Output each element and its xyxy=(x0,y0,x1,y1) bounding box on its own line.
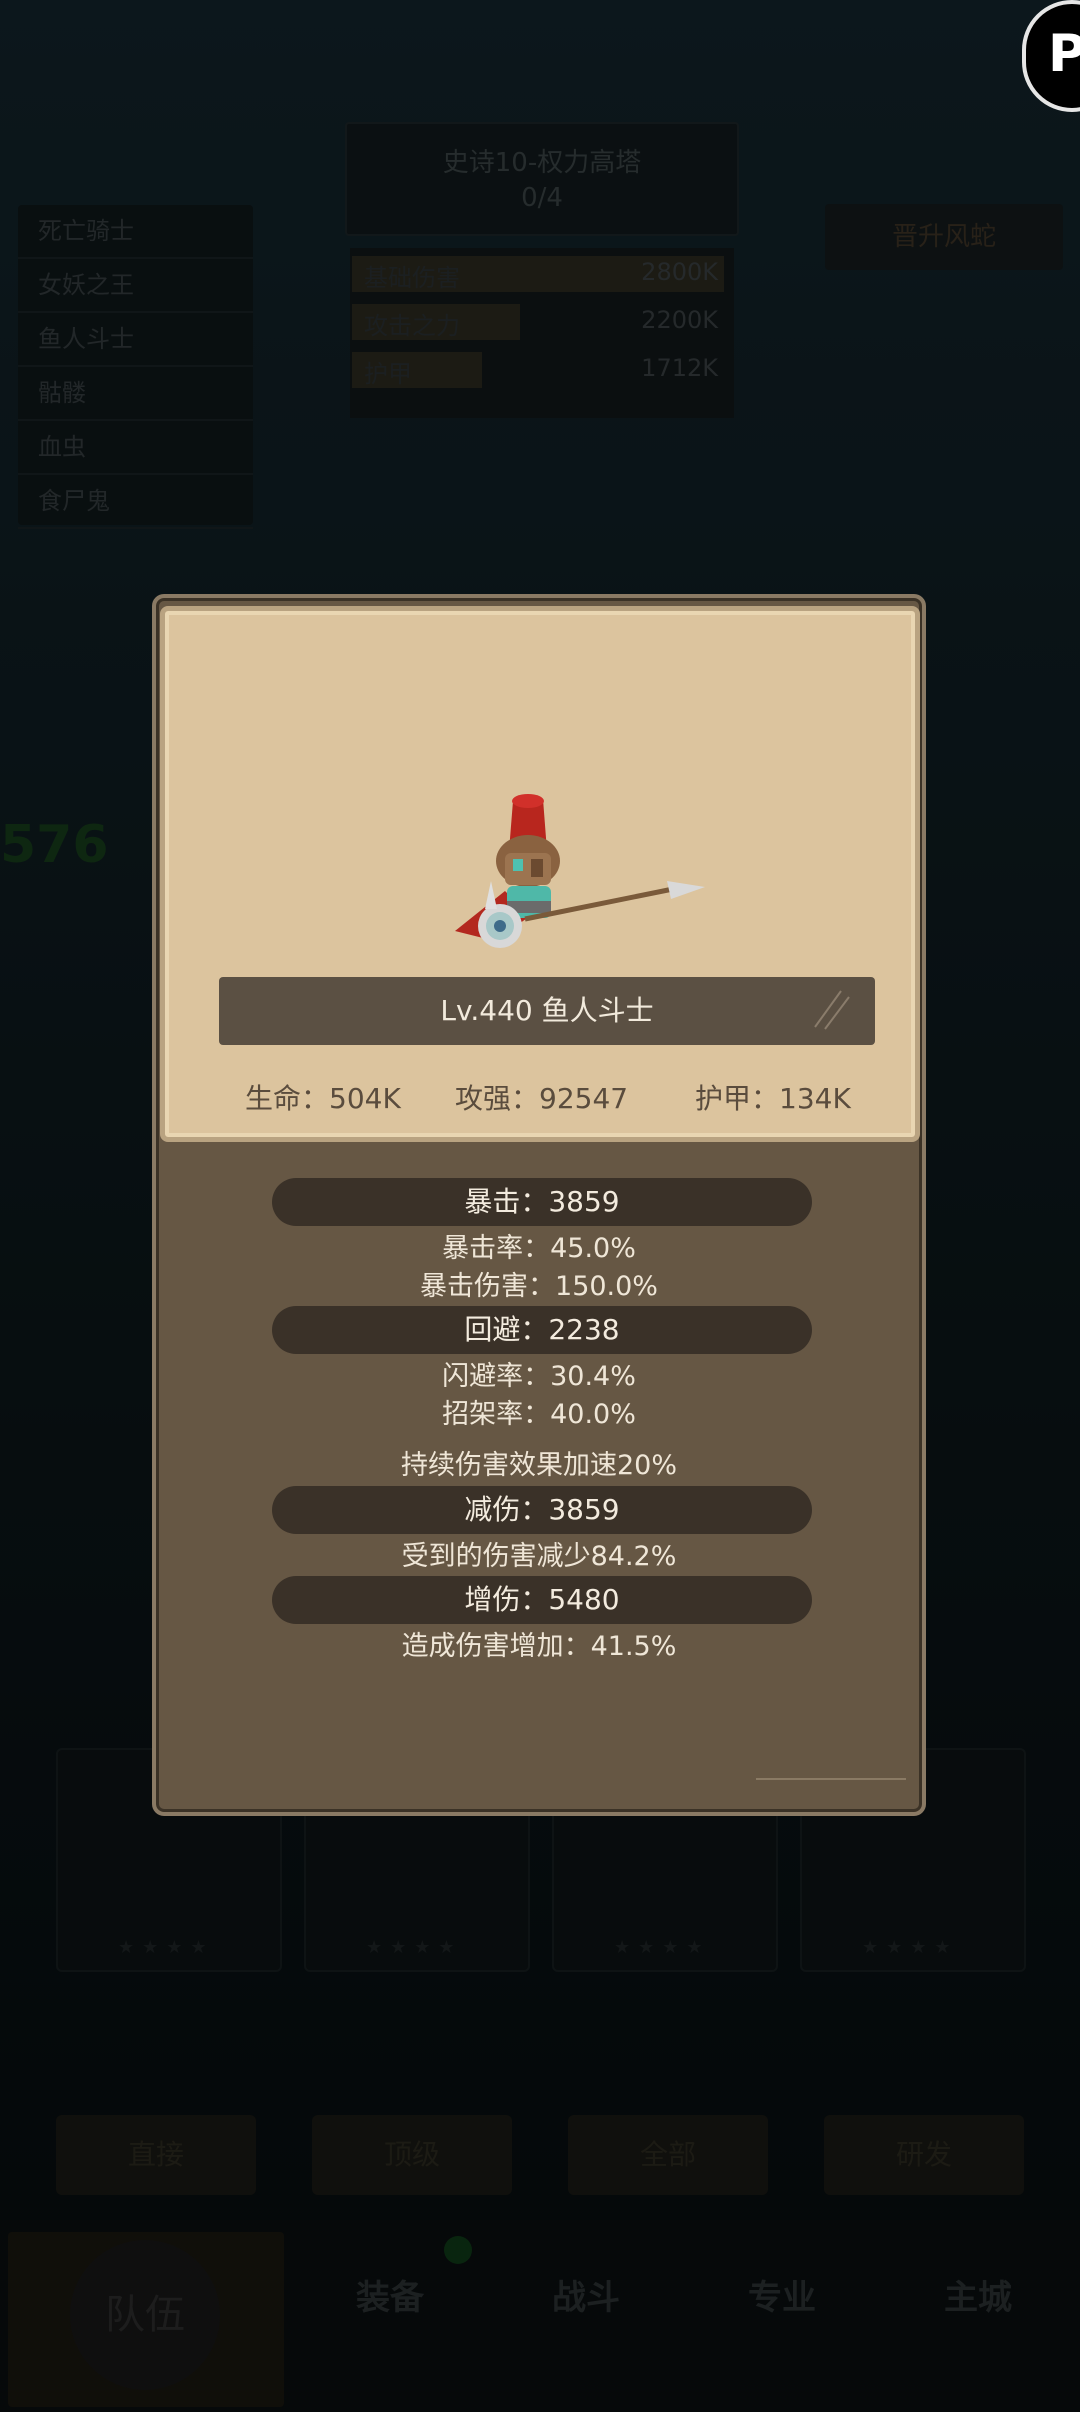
monster-detail-popup: Lv.440 鱼人斗士 生命：504K 攻强：92547 护甲：134K 暴击：… xyxy=(152,594,926,1816)
scratch-decoration-icon xyxy=(814,990,850,1030)
damage-increase-value: 增伤：5480 xyxy=(464,1583,620,1616)
portrait-panel: Lv.440 鱼人斗士 生命：504K 攻强：92547 护甲：134K xyxy=(160,606,920,1142)
hp-stat: 生命：504K xyxy=(245,1082,401,1115)
armor-stat: 护甲：134K xyxy=(695,1082,851,1115)
crit-value: 暴击：3859 xyxy=(464,1185,620,1218)
evade-rate: 闪避率：30.4% xyxy=(442,1361,636,1392)
base-stats-row: 生命：504K 攻强：92547 护甲：134K xyxy=(165,1077,917,1127)
decorative-divider xyxy=(756,1778,906,1780)
damage-taken-reduced: 受到的伤害减少84.2% xyxy=(401,1541,677,1572)
crit-rate: 暴击率：45.0% xyxy=(442,1233,636,1264)
monster-name-banner: Lv.440 鱼人斗士 xyxy=(219,977,875,1045)
dot-speedup: 持续伤害效果加速20% xyxy=(400,1450,677,1481)
crit-damage: 暴击伤害：150.0% xyxy=(420,1271,658,1302)
monster-name: Lv.440 鱼人斗士 xyxy=(440,994,654,1027)
damage-reduction-value: 减伤：3859 xyxy=(464,1493,620,1526)
crit-pill: 暴击：3859 xyxy=(272,1178,812,1226)
damage-reduction-pill: 减伤：3859 xyxy=(272,1486,812,1534)
attack-stat: 攻强：92547 xyxy=(455,1082,629,1115)
parry-rate: 招架率：40.0% xyxy=(442,1399,636,1430)
damage-increase-pill: 增伤：5480 xyxy=(272,1576,812,1624)
dodge-pill: 回避：2238 xyxy=(272,1306,812,1354)
dodge-value: 回避：2238 xyxy=(464,1313,620,1346)
damage-dealt-increased: 造成伤害增加：41.5% xyxy=(401,1631,677,1662)
